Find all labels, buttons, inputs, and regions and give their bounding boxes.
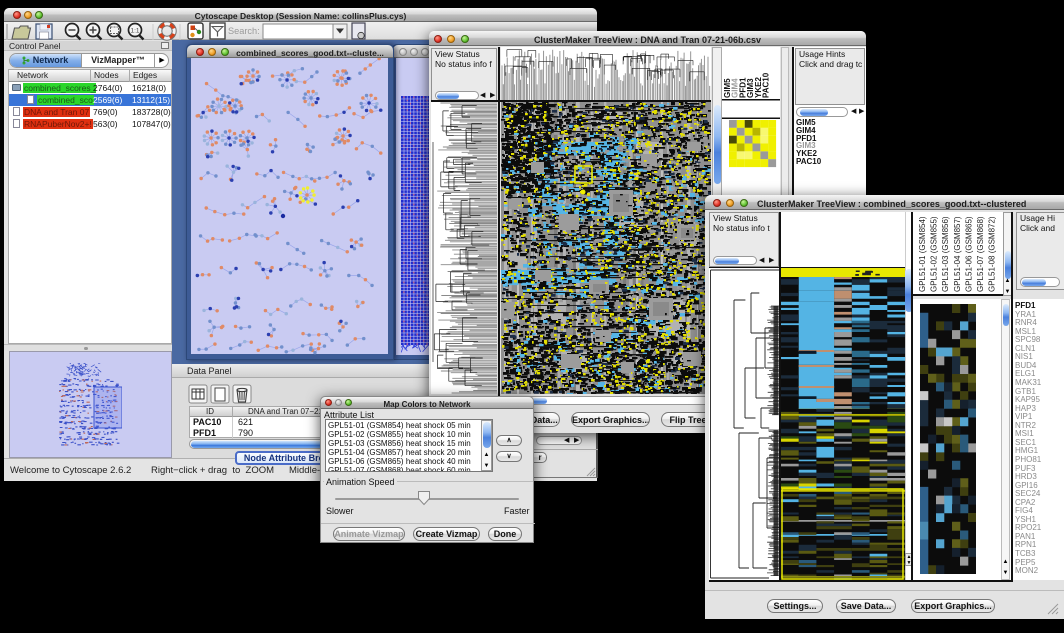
svg-text:GPL51-01 (GSM854): GPL51-01 (GSM854) xyxy=(918,216,927,292)
svg-text:GPL51-06 (GSM865): GPL51-06 (GSM865) xyxy=(964,216,973,292)
svg-text:1:1: 1:1 xyxy=(131,28,140,35)
svg-text:GPL51-03 (GSM856): GPL51-03 (GSM856) xyxy=(941,216,950,292)
svg-text:GPL51-04 (GSM857): GPL51-04 (GSM857) xyxy=(953,216,962,292)
svg-text:Search:: Search: xyxy=(228,26,260,36)
svg-text:PAC10: PAC10 xyxy=(762,72,771,98)
svg-text:GPL51-07 (GSM868): GPL51-07 (GSM868) xyxy=(976,216,985,292)
svg-text:GPL51-08 (GSM872): GPL51-08 (GSM872) xyxy=(988,216,997,292)
svg-text:GPL51-02 (GSM855): GPL51-02 (GSM855) xyxy=(930,216,939,292)
